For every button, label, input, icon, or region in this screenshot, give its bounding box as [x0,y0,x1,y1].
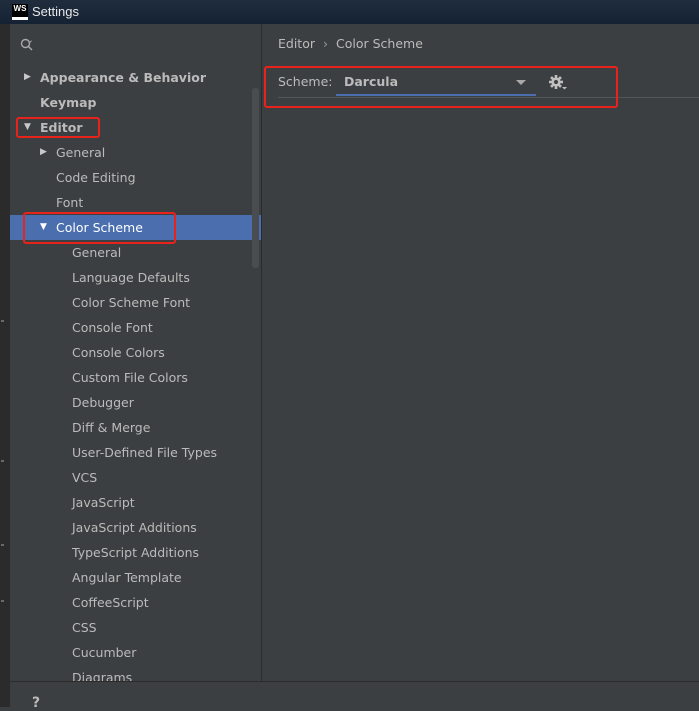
dialog-footer: ? [10,681,699,711]
chevron-right-icon[interactable]: ▶ [40,140,47,165]
caret-down-icon[interactable] [516,80,526,85]
sidebar-item-label: JavaScript [72,495,135,510]
sidebar-item[interactable]: Keymap [10,90,261,115]
sidebar-item-label: JavaScript Additions [72,520,197,535]
sidebar-item[interactable]: Custom File Colors [10,365,261,390]
sidebar-item-label: Color Scheme [56,220,143,235]
window-title-bar: WS Settings [0,0,699,24]
chevron-down-icon[interactable]: ▼ [40,215,47,240]
sidebar-item[interactable]: User-Defined File Types [10,440,261,465]
window-title: Settings [32,4,79,19]
settings-sidebar: ▶ Appearance & Behavior Keymap ▼ Editor ▶ Gene… [10,24,261,685]
breadcrumb-current: Color Scheme [336,36,423,51]
gear-icon[interactable] [548,74,568,92]
sidebar-item-label: Editor [40,120,83,135]
chevron-right-icon[interactable]: ▶ [24,65,31,90]
sidebar-item[interactable]: Diff & Merge [10,415,261,440]
sidebar-item[interactable]: JavaScript Additions [10,515,261,540]
sidebar-item-label: CoffeeScript [72,595,149,610]
sidebar-item[interactable]: Language Defaults [10,265,261,290]
sidebar-item-label: Angular Template [72,570,182,585]
breadcrumb: Editor › Color Scheme [278,36,423,51]
scheme-dropdown[interactable]: Darcula [336,70,536,96]
sidebar-item[interactable]: ▼ Color Scheme [10,215,261,240]
sidebar-item-label: CSS [72,620,97,635]
search-icon[interactable] [20,38,34,52]
sidebar-item-label: General [56,145,106,160]
sidebar-item-label: VCS [72,470,98,485]
sidebar-item[interactable]: Debugger [10,390,261,415]
sidebar-item[interactable]: CoffeeScript [10,590,261,615]
breadcrumb-separator: › [323,36,328,51]
sidebar-item[interactable]: ▶ Appearance & Behavior [10,65,261,90]
sidebar-item[interactable]: Console Font [10,315,261,340]
settings-content: Editor › Color Scheme Scheme: Darcula [262,24,699,681]
sidebar-scrollbar[interactable] [252,88,259,268]
sidebar-item-label: Console Font [72,320,153,335]
sidebar-item[interactable]: TypeScript Additions [10,540,261,565]
webstorm-logo-icon: WS [12,4,28,20]
sidebar-item-label: Keymap [40,95,97,110]
help-icon[interactable]: ? [32,695,40,711]
sidebar-item[interactable]: ▶ General [10,140,261,165]
sidebar-item[interactable]: Code Editing [10,165,261,190]
sidebar-item-label: General [72,245,122,260]
content-divider [278,97,699,98]
sidebar-item-label: User-Defined File Types [72,445,218,460]
sidebar-item-label: Appearance & Behavior [40,70,206,85]
sidebar-item-label: Color Scheme Font [72,295,191,310]
sidebar-item-label: Language Defaults [72,270,190,285]
sidebar-item-label: Cucumber [72,645,137,660]
scheme-value: Darcula [344,74,399,89]
settings-search[interactable] [18,34,254,58]
sidebar-item[interactable]: General [10,240,261,265]
sidebar-item[interactable]: JavaScript [10,490,261,515]
sidebar-item[interactable]: ▼ Editor [10,115,261,140]
sidebar-item-label: TypeScript Additions [72,545,200,560]
sidebar-item-label: Diff & Merge [72,420,151,435]
sidebar-item-label: Custom File Colors [72,370,188,385]
sidebar-item[interactable]: Angular Template [10,565,261,590]
sidebar-item[interactable]: VCS [10,465,261,490]
scheme-label: Scheme: [278,74,333,89]
sidebar-item[interactable]: Console Colors [10,340,261,365]
sidebar-item-label: Console Colors [72,345,165,360]
sidebar-item[interactable]: Color Scheme Font [10,290,261,315]
sidebar-item-label: Code Editing [56,170,136,185]
window-left-edge [0,24,10,707]
sidebar-item[interactable]: CSS [10,615,261,640]
chevron-down-icon[interactable]: ▼ [24,115,31,140]
sidebar-item[interactable]: Cucumber [10,640,261,665]
sidebar-item[interactable]: Font [10,190,261,215]
breadcrumb-parent: Editor [278,36,315,51]
scheme-row: Scheme: Darcula [278,70,698,96]
sidebar-item-label: Font [56,195,84,210]
sidebar-item-label: Debugger [72,395,134,410]
